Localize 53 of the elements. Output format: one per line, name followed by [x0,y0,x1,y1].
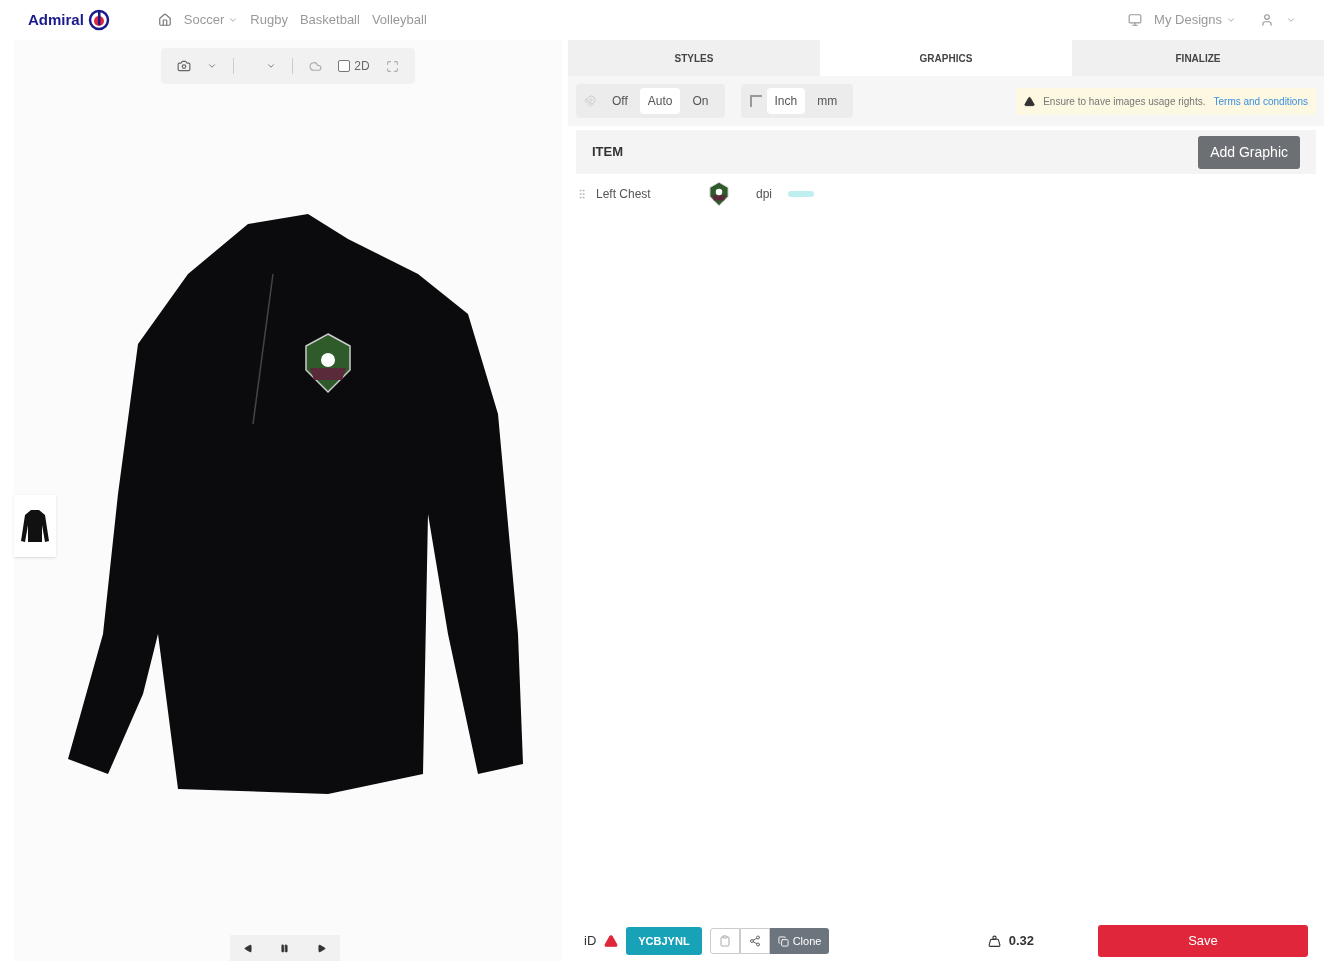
unit-option[interactable]: Inch [766,88,806,114]
clipboard-button[interactable] [709,927,740,955]
id-label: iD [584,932,597,951]
design-code-button[interactable]: YCBJYNL [626,926,702,956]
next-icon[interactable] [317,943,327,953]
brand-logo-text[interactable]: Admiral [28,8,84,32]
unit-option[interactable]: mm [809,88,846,114]
copy-icon [777,935,789,947]
caret-icon[interactable] [1286,15,1296,25]
drag-handle-icon[interactable] [576,188,588,200]
crest-logo-icon [706,181,732,207]
tab[interactable]: GRAPHICS [820,40,1072,76]
ruler-icon [748,94,763,108]
nav-link[interactable]: Volleyball [371,10,427,30]
previous-icon[interactable] [243,943,253,953]
snap-option[interactable]: Auto [639,88,681,114]
fullscreen-icon[interactable] [385,59,399,73]
brand-logo-icon [87,9,110,31]
camera-icon[interactable] [177,59,192,73]
warning-icon [1024,95,1036,107]
nav-link[interactable]: Basketball [299,10,360,30]
magnet-icon [584,95,596,107]
snap-option[interactable]: Off [604,88,636,114]
dpi-quality-bar [788,191,814,197]
caret-icon [1226,15,1236,25]
pause-icon[interactable] [280,943,290,953]
toggle-2d[interactable]: 2D [338,57,370,75]
monitor-icon [1128,13,1143,27]
notice-text: Ensure to have images usage rights. [1043,94,1206,109]
save-button[interactable]: Save [1098,925,1308,957]
home-icon[interactable] [157,13,172,27]
weight-value: 0.32 [1008,932,1034,951]
my-designs-link[interactable]: My Designs [1154,10,1236,30]
section-title: ITEM [592,143,624,162]
terms-link[interactable]: Terms and conditions [1213,93,1308,109]
warning-icon [604,934,619,948]
dpi-label: dpi [756,186,772,203]
snap-option[interactable]: On [684,88,717,114]
user-icon[interactable] [1260,13,1274,27]
jersey-thumbnail-icon [21,509,49,543]
caret-icon[interactable] [207,61,218,71]
caret-icon[interactable] [266,61,277,71]
weight-icon [987,934,1001,948]
clone-button[interactable]: Clone [769,927,830,955]
share-button[interactable] [739,927,770,955]
share-icon [748,935,761,947]
cloud-icon[interactable] [309,59,323,73]
nav-link[interactable]: Rugby [250,10,288,30]
nav-link[interactable]: Soccer [183,10,239,30]
thumbnail-card[interactable] [14,495,56,557]
add-graphic-button[interactable]: Add Graphic [1198,135,1300,169]
clipboard-icon [718,935,731,947]
graphic-location: Left Chest [596,186,652,203]
